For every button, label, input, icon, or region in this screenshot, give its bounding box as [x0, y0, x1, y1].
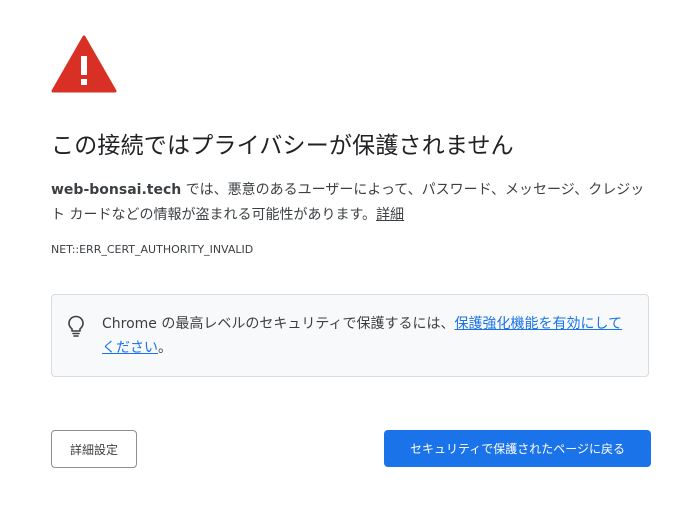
back-to-safety-button[interactable]: セキュリティで保護されたページに戻る [384, 430, 651, 467]
details-link[interactable]: 詳細 [376, 207, 404, 223]
warning-description: web-bonsai.tech では、悪意のあるユーザーによって、パスワード、メ… [51, 178, 651, 228]
warning-triangle-icon [51, 35, 117, 93]
enhanced-protection-message: Chrome の最高レベルのセキュリティで保護するには、 [102, 316, 455, 332]
interstitial-page: この接続ではプライバシーが保護されません web-bonsai.tech では、… [0, 0, 691, 506]
site-domain: web-bonsai.tech [51, 182, 182, 198]
enhanced-protection-text: Chrome の最高レベルのセキュリティで保護するには、保護強化機能を有効にして… [102, 312, 632, 360]
advanced-button[interactable]: 詳細設定 [51, 430, 137, 468]
enhanced-protection-notice: Chrome の最高レベルのセキュリティで保護するには、保護強化機能を有効にして… [51, 294, 649, 377]
enhanced-protection-suffix: 。 [158, 340, 172, 356]
page-title: この接続ではプライバシーが保護されません [51, 133, 514, 159]
error-code: NET::ERR_CERT_AUTHORITY_INVALID [51, 243, 254, 256]
lightbulb-icon [68, 315, 84, 337]
